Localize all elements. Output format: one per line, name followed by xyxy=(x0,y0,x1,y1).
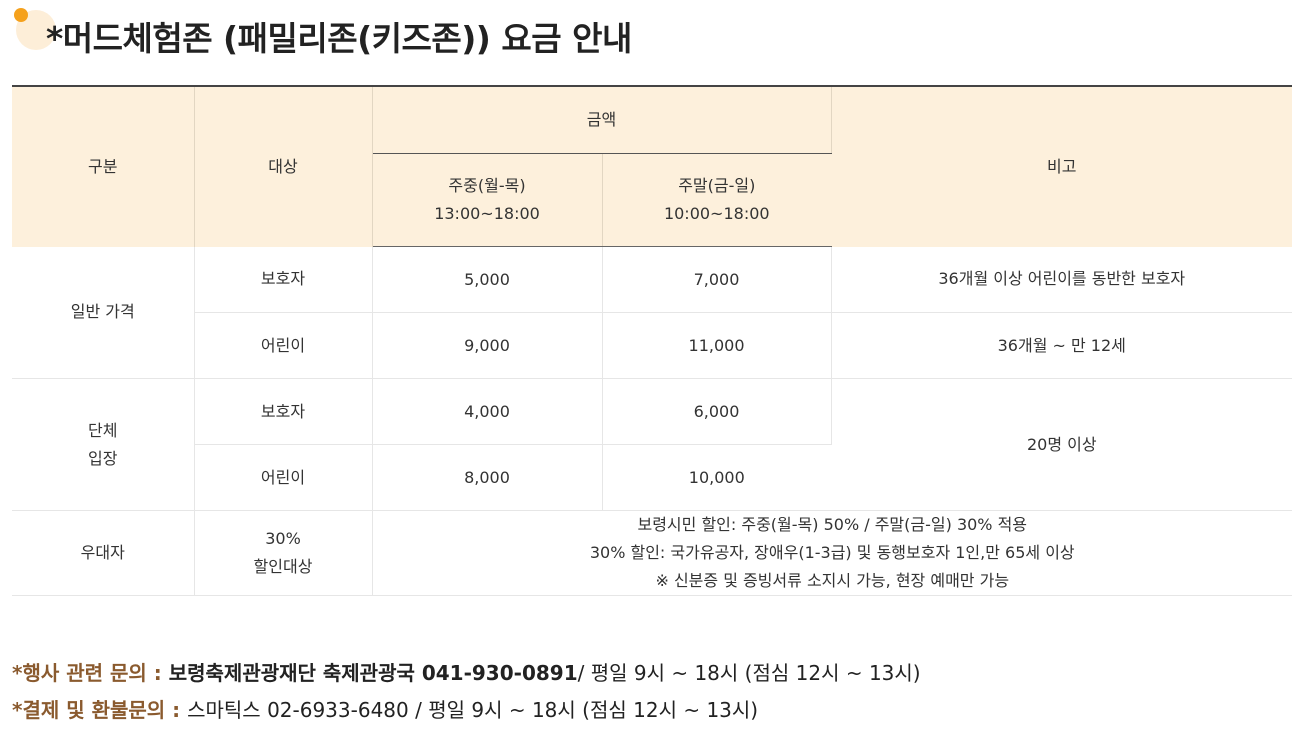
category-group: 단체 입장 xyxy=(12,378,195,511)
table-row: 단체 입장 보호자 4,000 6,000 20명 이상 xyxy=(12,378,1293,511)
weekday-price: 5,000 xyxy=(372,246,603,313)
payment-inquiry: *결제 및 환불문의 : 스마틱스 02-6933-6480 / 평일 9시 ~… xyxy=(12,694,758,723)
target-cell: 어린이 xyxy=(194,444,373,511)
weekend-price: 10,000 xyxy=(602,444,832,511)
note-line: 30% 할인: 국가유공자, 장애우(1-3급) 및 동행보호자 1인,만 65… xyxy=(589,543,1075,562)
page-title: *머드체험존 (패밀리존(키즈존)) 요금 안내 xyxy=(46,19,632,58)
preferential-notes: 보령시민 할인: 주중(월-목) 50% / 주말(금-일) 30% 적용 30… xyxy=(372,510,1293,596)
fee-table: 구분 대상 금액 비고 주중(월-목) 13:00~18:00 주말(금-일) … xyxy=(12,85,1293,596)
note-line: 보령시민 할인: 주중(월-목) 50% / 주말(금-일) 30% 적용 xyxy=(637,515,1028,534)
note-line: ※ 신분증 및 증빙서류 소지시 가능, 현장 예매만 가능 xyxy=(655,571,1010,590)
remark-cell: 36개월 ~ 만 12세 xyxy=(831,312,1293,379)
remark-cell: 20명 이상 xyxy=(831,378,1293,511)
category-group-line1: 단체 xyxy=(88,420,118,440)
header-weekday: 주중(월-목) 13:00~18:00 xyxy=(372,153,603,247)
event-inquiry: *행사 관련 문의 : 보령축제관광재단 축제관광국 041-930-0891/… xyxy=(12,657,921,686)
category-general: 일반 가격 xyxy=(12,246,195,379)
table-row: 어린이 9,000 11,000 36개월 ~ 만 12세 xyxy=(12,312,1293,379)
target-cell: 보호자 xyxy=(194,246,373,313)
weekend-price: 6,000 xyxy=(602,378,832,445)
target-cell: 보호자 xyxy=(194,378,373,445)
target-preferential-line2: 할인대상 xyxy=(253,557,313,576)
target-cell: 어린이 xyxy=(194,312,373,379)
header-category: 구분 xyxy=(12,86,195,247)
weekend-price: 11,000 xyxy=(602,312,832,379)
weekday-price: 8,000 xyxy=(372,444,603,511)
event-inquiry-label: *행사 관련 문의 : xyxy=(12,661,169,685)
header-weekend: 주말(금-일) 10:00~18:00 xyxy=(602,153,832,247)
remark-cell: 36개월 이상 어린이를 동반한 보호자 xyxy=(831,246,1293,313)
payment-inquiry-label: *결제 및 환불문의 : xyxy=(12,698,188,722)
header-weekend-hours: 10:00~18:00 xyxy=(663,204,770,223)
weekday-price: 9,000 xyxy=(372,312,603,379)
header-weekend-days: 주말(금-일) xyxy=(678,176,756,195)
event-inquiry-contact: 보령축제관광재단 축제관광국 041-930-0891 xyxy=(168,661,578,685)
header-weekday-days: 주중(월-목) xyxy=(448,176,526,195)
weekday-price: 4,000 xyxy=(372,378,603,445)
table-row: 일반 가격 보호자 5,000 7,000 36개월 이상 어린이를 동반한 보… xyxy=(12,246,1293,379)
table-row: 우대자 30% 할인대상 보령시민 할인: 주중(월-목) 50% / 주말(금… xyxy=(12,510,1293,596)
target-preferential-line1: 30% xyxy=(265,529,301,548)
weekend-price: 7,000 xyxy=(602,246,832,313)
category-group-line2: 입장 xyxy=(88,448,118,468)
target-preferential: 30% 할인대상 xyxy=(194,510,373,596)
title-decoration-dot xyxy=(14,8,28,22)
event-inquiry-hours: / 평일 9시 ~ 18시 (점심 12시 ~ 13시) xyxy=(577,661,921,685)
header-amount: 금액 xyxy=(372,86,832,154)
header-remarks: 비고 xyxy=(831,86,1293,247)
payment-inquiry-detail: 스마틱스 02-6933-6480 / 평일 9시 ~ 18시 (점심 12시 … xyxy=(187,698,759,722)
category-preferential: 우대자 xyxy=(12,510,195,596)
header-row-1: 구분 대상 금액 비고 xyxy=(12,86,1293,247)
header-weekday-hours: 13:00~18:00 xyxy=(434,204,540,223)
header-target: 대상 xyxy=(194,86,373,247)
